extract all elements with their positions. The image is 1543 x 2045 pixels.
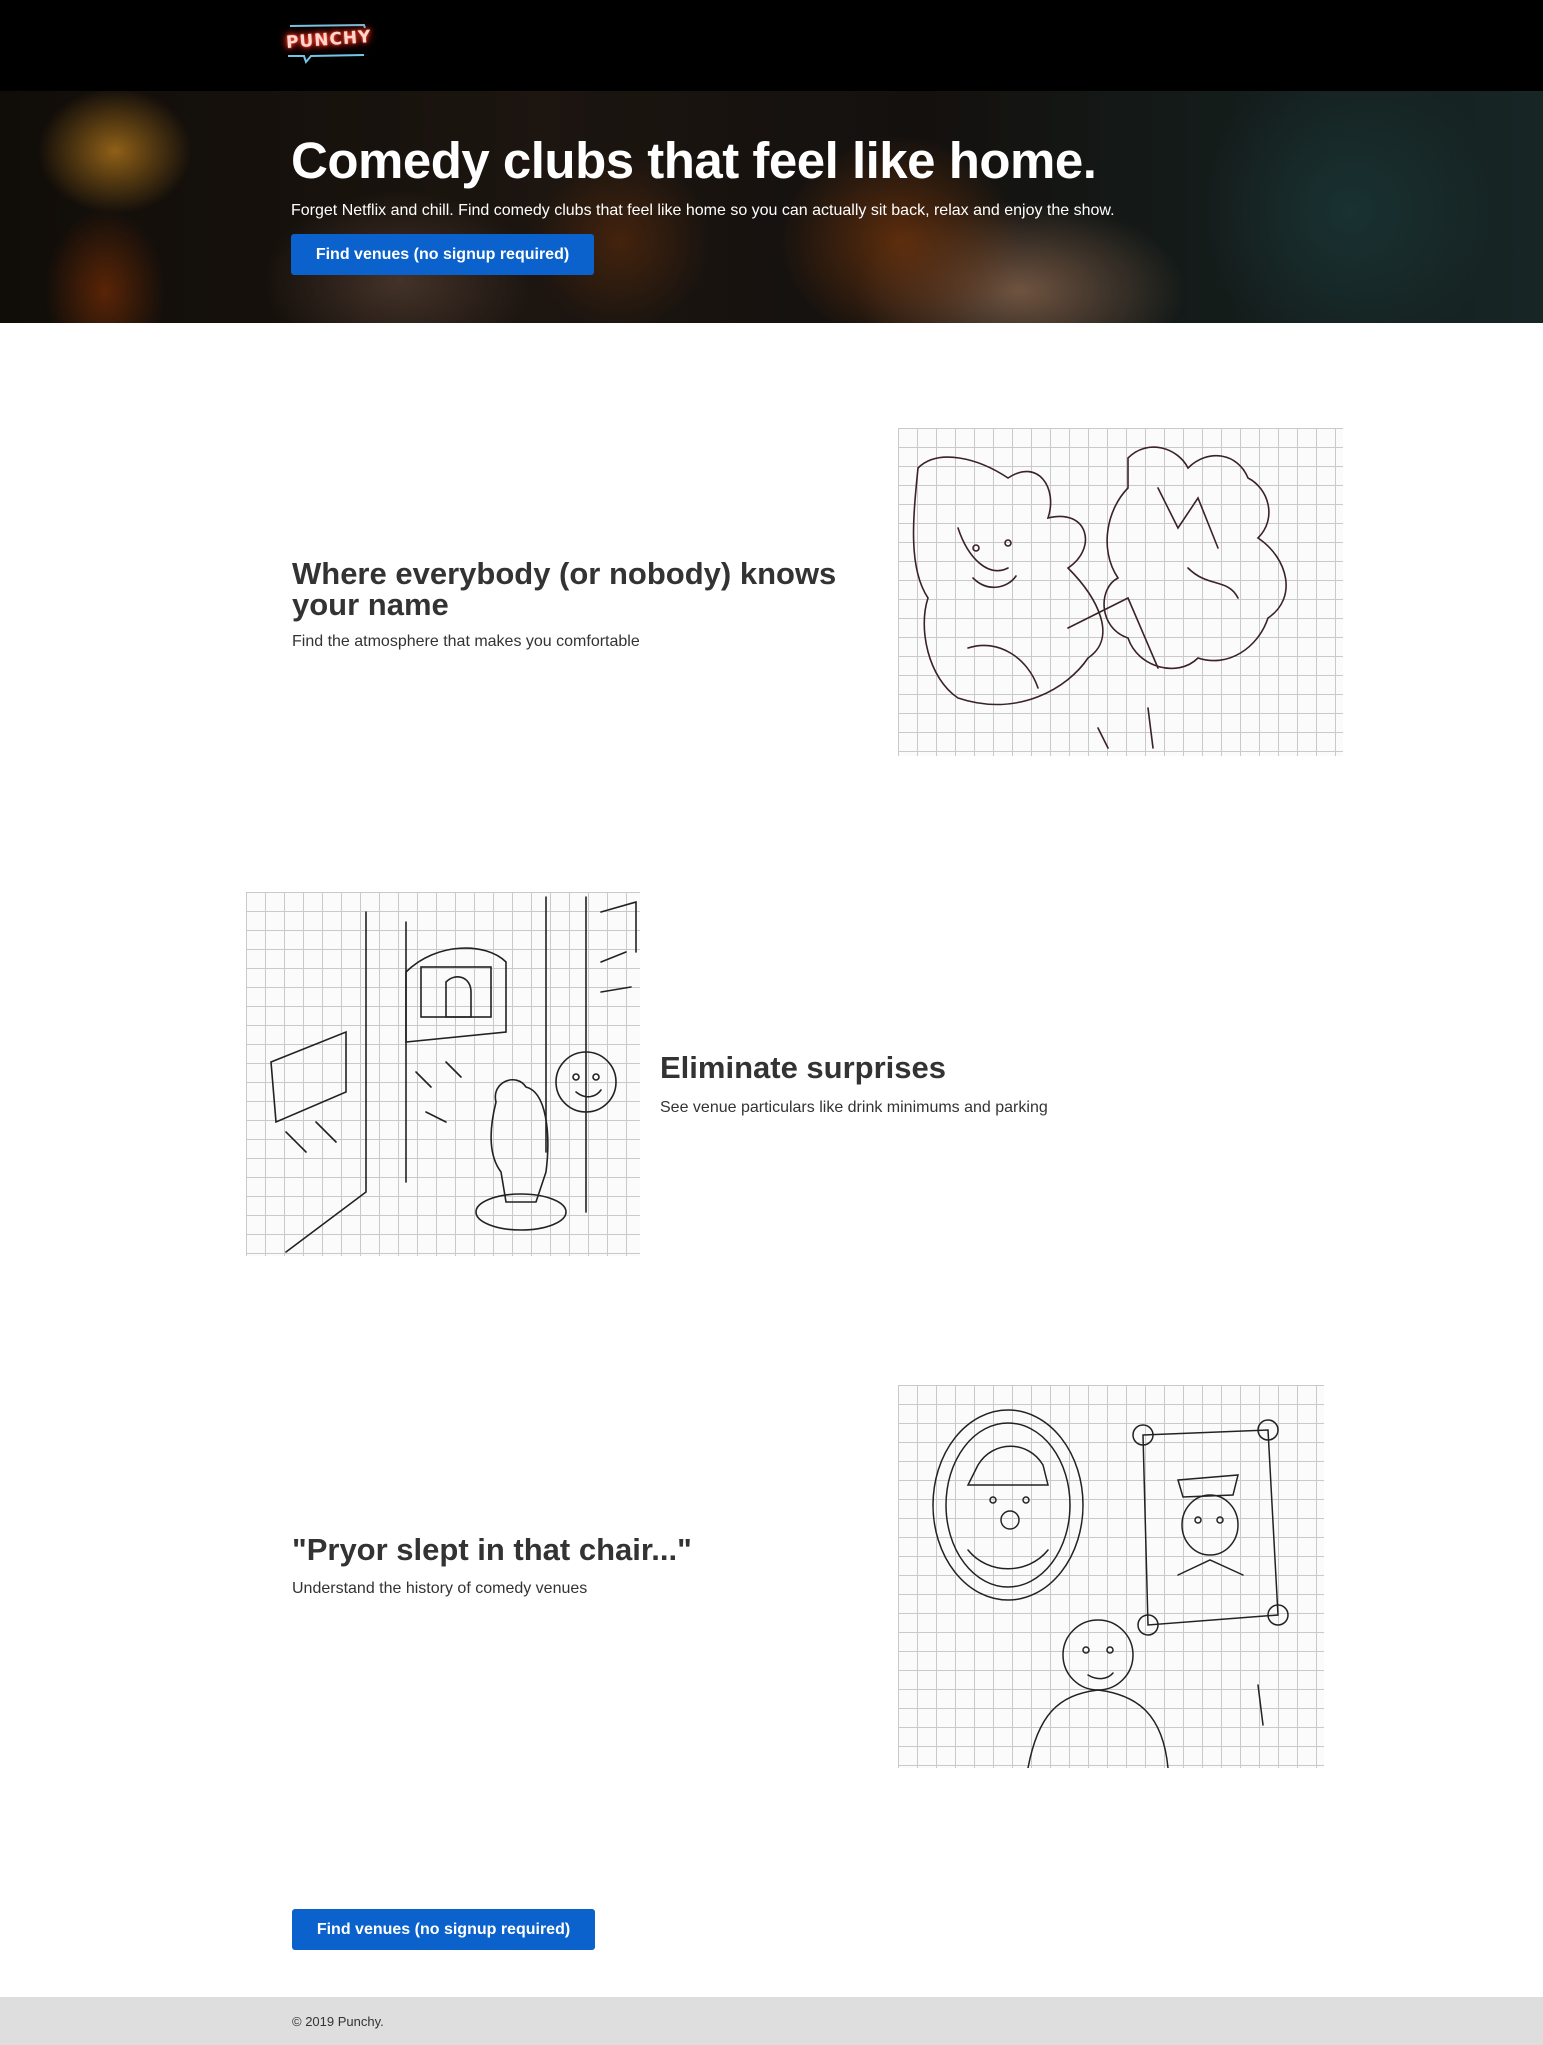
hero-section: Comedy clubs that feel like home. Forget… [0, 91, 1543, 323]
find-venues-bottom-button[interactable]: Find venues (no signup required) [292, 1909, 595, 1950]
comedian-portraits-sketch-image [898, 1385, 1324, 1768]
venue-entrance-sketch-image [246, 892, 640, 1256]
footer-copyright: © 2019 Punchy. [292, 2014, 384, 2029]
punchy-logo[interactable]: PUNCHY [284, 22, 374, 68]
feature-text: Understand the history of comedy venues [292, 1580, 588, 1597]
find-venues-button[interactable]: Find venues (no signup required) [291, 234, 594, 275]
feature-title: Eliminate surprises [660, 1050, 947, 1085]
feature-text: Find the atmosphere that makes you comfo… [292, 633, 640, 650]
feature-text: See venue particulars like drink minimum… [660, 1099, 1048, 1116]
top-navbar: PUNCHY [0, 0, 1543, 91]
feature-title: Where everybody (or nobody) knows your n… [292, 556, 837, 622]
footer: © 2019 Punchy. [0, 1997, 1543, 2045]
hero-title: Comedy clubs that feel like home. [291, 132, 1097, 189]
puzzle-pieces-sketch-image [898, 428, 1343, 756]
hero-subtitle: Forget Netflix and chill. Find comedy cl… [291, 202, 1115, 219]
feature-title: "Pryor slept in that chair..." [292, 1532, 692, 1567]
